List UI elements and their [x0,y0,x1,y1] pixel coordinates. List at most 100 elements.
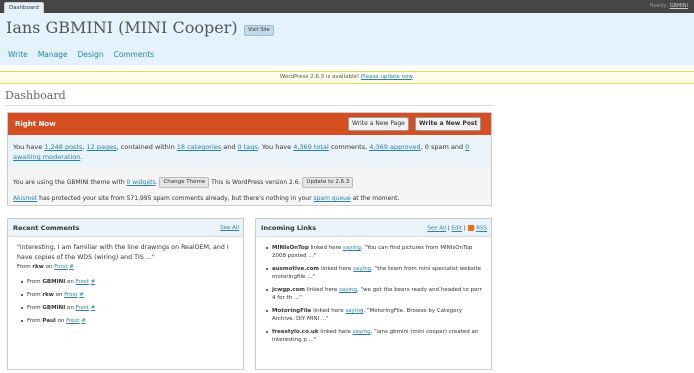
comment-post-link[interactable]: Frost [76,305,89,311]
tags-count-link[interactable]: 0 tags [238,143,258,151]
nav-write[interactable]: Write [8,50,28,59]
saying-link[interactable]: saying [343,245,361,251]
spam-queue-link[interactable]: spam queue [313,195,350,202]
right-now-title: Right Now [15,120,56,128]
list-item: jcwgp.com linked here saying, "we got th… [266,286,488,307]
howdy-text: Howdy, [649,3,669,9]
list-item: From rkw on Frost # [21,289,95,302]
list-item: From GBMINI on Frost # [21,276,95,289]
posts-count-link[interactable]: 1,248 posts [44,143,82,151]
link-entry: MotoringFile linked here saying, "Motori… [272,307,482,328]
main-nav: Write Manage Design Comments [8,50,154,59]
comment-permalink[interactable]: # [69,264,74,270]
bullet-icon [21,280,23,283]
version-text: This is WordPress version 2.6. [211,179,301,186]
visit-site-button[interactable]: Visit Site [244,25,274,36]
theme-info: You are using the GBMINI theme with 0 wi… [13,177,487,188]
right-now-stats: You have 1,248 posts, 12 pages, containe… [8,135,491,167]
see-all-comments-link[interactable]: See All [220,225,239,231]
incoming-links-actions: See All | Edit | RSS [427,225,487,232]
incoming-links-list: MINIsOnTop linked here saying, "You can … [266,244,488,349]
comment-post-link[interactable]: Frost [64,292,77,298]
rss-icon[interactable] [468,225,475,231]
bullet-icon [266,289,268,291]
bullet-icon [266,331,268,333]
right-now-box: Right Now Write a New Page Write a New P… [7,112,492,206]
nav-design[interactable]: Design [78,50,104,59]
update-notice: WordPress 2.6.3 is available! Please upd… [0,71,694,84]
update-wordpress-button[interactable]: Update to 2.6.3 [302,177,354,188]
bullet-icon [266,310,268,312]
comment-post-link[interactable]: Frost [66,318,79,324]
admin-top-bar: Dashboard Howdy, GBMINI [0,0,694,13]
site-header: Ians GBMINI (MINI Cooper) Visit Site Wri… [0,13,694,65]
list-item: MINIsOnTop linked here saying, "You can … [266,244,488,265]
from-label: From [27,305,41,311]
saying-link[interactable]: saying [345,308,363,314]
user-profile-link[interactable]: GBMINI [670,3,688,9]
update-notice-text: WordPress 2.6.3 is available! [279,74,360,80]
linked-here-text: linked here [306,287,338,293]
link-source-name: MotoringFile [272,308,312,314]
bullet-icon [21,306,23,309]
comment-permalink[interactable]: # [81,318,86,324]
from-label: From [27,318,41,324]
comment-post-link[interactable]: Frost [54,264,67,270]
akismet-link[interactable]: Akismet [13,195,37,202]
comment-author: Paul [42,318,56,324]
rss-link[interactable]: RSS [476,226,487,232]
recent-comments-header: Recent Comments See All [8,219,243,237]
recent-comments-panel: Recent Comments See All "interesting, I … [7,218,244,370]
write-new-post-button[interactable]: Write a New Post [415,117,482,131]
approved-comments-link[interactable]: 4,369 approved [369,143,420,151]
right-now-header: Right Now Write a New Page Write a New P… [8,113,491,135]
incoming-links-header: Incoming Links See All | Edit | RSS [256,219,491,237]
linked-here-text: linked here [320,329,351,335]
linked-here-text: linked here [310,245,342,251]
widgets-link[interactable]: 0 widgets [127,179,156,186]
saying-link[interactable]: saying [353,266,371,272]
from-label: From [27,292,41,298]
comment-permalink[interactable]: # [91,279,96,285]
incoming-links-title: Incoming Links [261,224,317,232]
write-new-page-button[interactable]: Write a New Page [348,117,409,131]
stats-text: and [221,143,238,151]
tab-dashboard[interactable]: Dashboard [4,2,44,13]
edit-links-link[interactable]: Edit [451,226,462,232]
recent-comments-title: Recent Comments [13,224,80,232]
incoming-links-panel: Incoming Links See All | Edit | RSS MINI… [255,218,492,370]
update-now-link[interactable]: Please update now [361,74,413,80]
incoming-links-body: MINIsOnTop linked here saying, "You can … [256,237,491,369]
on-label: on [45,264,53,270]
see-all-links-link[interactable]: See All [427,226,446,232]
akismet-text: has protected your site from 571,995 spa… [37,195,314,202]
link-source-name: ausmotive.com [272,266,320,272]
from-label: From [27,279,41,285]
list-item: freestylo.co.uk linked here saying, "ian… [266,328,488,349]
list-item: From Paul on Frost # [21,315,95,328]
link-source-name: jcwgp.com [272,287,305,293]
theme-text: . [155,179,158,186]
on-label: on [67,279,74,285]
comment-permalink[interactable]: # [79,292,84,298]
nav-manage[interactable]: Manage [38,50,68,59]
link-source-name: MINIsOnTop [272,245,309,251]
bullet-icon [266,268,268,270]
akismet-info: Akismet has protected your site from 571… [13,195,487,202]
pages-count-link[interactable]: 12 pages [87,143,117,151]
comment-excerpt: "interesting, I am familiar with the lin… [17,244,229,261]
total-comments-link[interactable]: 4,369 total [293,143,329,151]
saying-link[interactable]: saying [353,329,371,335]
separator: | [447,225,450,232]
recent-comments-list: From GBMINI on Frost # From rkw on Frost… [21,276,95,328]
nav-comments[interactable]: Comments [114,50,155,59]
saying-link[interactable]: saying [339,287,357,293]
comment-author: rkw [32,264,44,270]
list-item: ausmotive.com linked here saying, "the t… [266,265,488,286]
comment-permalink[interactable]: # [91,305,96,311]
categories-count-link[interactable]: 18 categories [177,143,221,151]
bullet-icon [21,293,23,296]
change-theme-button[interactable]: Change Theme [159,177,210,188]
stats-text: , contained within [116,143,177,151]
comment-post-link[interactable]: Frost [76,279,89,285]
